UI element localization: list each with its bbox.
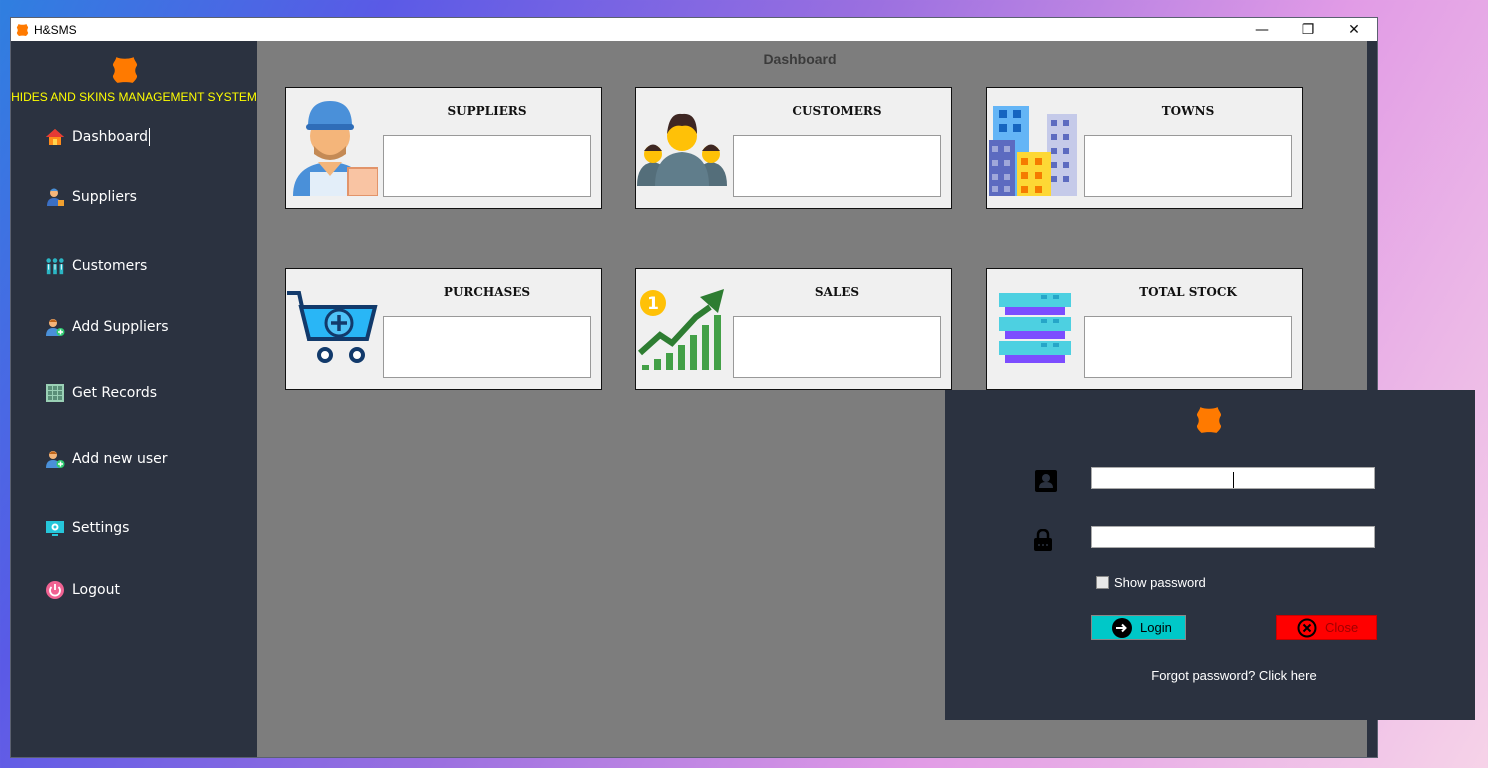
towns-count-field — [1084, 135, 1292, 197]
suppliers-count-field — [383, 135, 591, 197]
minimize-button[interactable]: — — [1239, 18, 1285, 41]
sidebar-item-get-records[interactable]: Get Records — [45, 383, 157, 403]
sidebar-item-add-suppliers[interactable]: Add Suppliers — [45, 317, 169, 337]
sidebar-item-label: Suppliers — [72, 189, 137, 205]
close-circle-icon — [1297, 618, 1317, 638]
card-purchases: PURCHASES — [285, 268, 602, 390]
card-title: SALES — [814, 285, 860, 299]
add-user-icon — [45, 449, 65, 469]
card-title: PURCHASES — [443, 285, 531, 299]
sidebar-item-label: Add new user — [72, 451, 168, 467]
sidebar-item-label: Get Records — [72, 385, 158, 401]
sidebar-item-add-new-user[interactable]: Add new user — [45, 449, 167, 469]
card-customers: CUSTOMERS — [635, 87, 952, 209]
purchases-count-field — [383, 316, 591, 378]
leather-logo-icon — [112, 57, 138, 83]
card-total-stock: TOTAL STOCK — [986, 268, 1303, 390]
sidebar-item-customers[interactable]: Customers — [45, 256, 147, 276]
supplier-person-icon — [293, 101, 378, 196]
buildings-icon — [989, 106, 1077, 196]
card-title: TOTAL STOCK — [1139, 285, 1237, 299]
svg-text:1: 1 — [647, 294, 659, 314]
card-sales: 1 SALES — [635, 268, 952, 390]
growth-chart-icon: 1 — [638, 289, 724, 370]
card-title: CUSTOMERS — [792, 104, 882, 118]
title-bar: H&SMS — ❐ ✕ — [11, 18, 1377, 41]
restore-button[interactable]: ❐ — [1285, 18, 1331, 41]
customers-count-field — [733, 135, 941, 197]
lock-icon — [1034, 529, 1052, 551]
user-icon — [1035, 470, 1057, 492]
sidebar-item-label: Customers — [72, 258, 148, 274]
records-icon — [45, 383, 65, 403]
login-label: Login — [1140, 620, 1172, 635]
power-icon — [45, 580, 65, 600]
card-title: TOWNS — [1161, 104, 1215, 118]
sidebar-item-suppliers[interactable]: Suppliers — [45, 187, 137, 207]
sidebar-item-label: Add Suppliers — [72, 319, 169, 335]
card-towns: TOWNS — [986, 87, 1303, 209]
sidebar-item-label: Settings — [72, 520, 130, 536]
page-title: Dashboard — [763, 51, 837, 67]
app-brand-title: HIDES AND SKINS MANAGEMENT SYSTEM — [11, 90, 257, 104]
close-window-button[interactable]: ✕ — [1331, 18, 1377, 41]
customers-icon — [45, 256, 65, 276]
sidebar-item-logout[interactable]: Logout — [45, 580, 120, 600]
login-arrow-icon — [1112, 617, 1132, 638]
password-input[interactable] — [1091, 526, 1375, 548]
add-supplier-icon — [45, 317, 65, 337]
login-dialog: Show password Login Close Forgot passwor… — [945, 390, 1475, 720]
text-cursor — [148, 128, 150, 146]
login-button[interactable]: Login — [1091, 615, 1186, 640]
cart-icon — [287, 291, 378, 363]
sidebar-item-settings[interactable]: Settings — [45, 518, 129, 538]
leather-logo-icon — [1196, 407, 1222, 433]
card-title: SUPPLIERS — [447, 104, 527, 118]
sidebar-item-dashboard[interactable]: Dashboard — [45, 127, 150, 147]
text-cursor — [1233, 472, 1234, 488]
sales-count-field — [733, 316, 941, 378]
close-label: Close — [1325, 620, 1359, 635]
sidebar: HIDES AND SKINS MANAGEMENT SYSTEM Dashbo… — [11, 41, 257, 757]
sidebar-item-label: Dashboard — [72, 129, 148, 145]
forgot-password-link[interactable]: Forgot password? Click here — [945, 668, 1488, 683]
checkbox-box[interactable] — [1096, 576, 1109, 589]
show-password-checkbox[interactable]: Show password — [1096, 575, 1206, 590]
stock-count-field — [1084, 316, 1292, 378]
close-button[interactable]: Close — [1276, 615, 1377, 640]
settings-icon — [45, 518, 65, 538]
supplier-icon — [45, 187, 65, 207]
leather-logo-icon — [16, 23, 29, 36]
sidebar-item-label: Logout — [72, 582, 120, 598]
stack-icon — [999, 293, 1071, 363]
home-icon — [45, 127, 65, 147]
customers-group-icon — [637, 113, 727, 186]
card-suppliers: SUPPLIERS — [285, 87, 602, 209]
show-password-label: Show password — [1114, 575, 1206, 590]
window-title: H&SMS — [34, 22, 77, 37]
